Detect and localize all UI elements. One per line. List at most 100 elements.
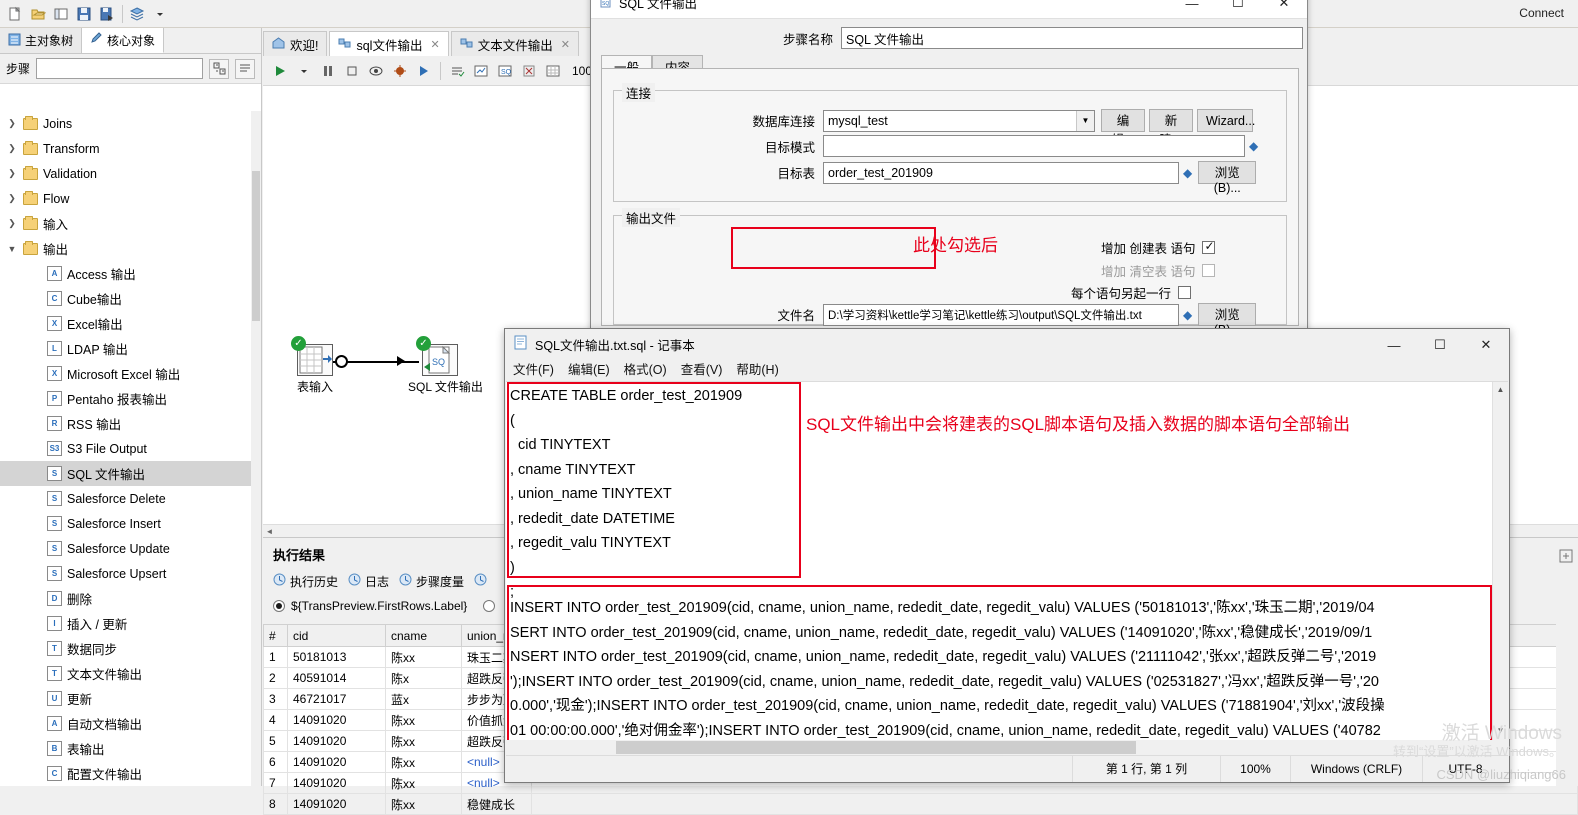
tree-folder[interactable]: ❯ 输入 [0, 211, 252, 236]
sql-icon[interactable]: SQ [494, 60, 516, 82]
add-truncate-table-row[interactable]: 增加 清空表 语句 [1101, 261, 1216, 280]
new-file-icon[interactable] [4, 3, 26, 25]
results-tab[interactable]: 步骤度量 [399, 573, 464, 590]
step-table-input[interactable]: ✓ 表输入 [283, 336, 347, 395]
radio-last-rows[interactable] [483, 600, 496, 612]
tree-folder[interactable]: ❯ Flow [0, 186, 252, 211]
chevron-right-icon[interactable]: ❯ [6, 193, 18, 204]
replay-icon[interactable] [413, 60, 435, 82]
save-as-icon[interactable] [96, 3, 118, 25]
impact-icon[interactable] [470, 60, 492, 82]
run-icon[interactable] [269, 60, 291, 82]
edit-connection-button[interactable]: 编辑... [1101, 109, 1145, 147]
scroll-left-icon[interactable]: ◄ [263, 525, 276, 537]
one-statement-per-line-checkbox[interactable] [1178, 286, 1192, 299]
table-column-header[interactable]: cid [287, 624, 386, 647]
scrollbar-thumb[interactable] [252, 171, 260, 321]
tree-item[interactable]: T 文本文件输出 [0, 661, 252, 686]
one-statement-per-line-row[interactable]: 每个语句另起一行 [1071, 283, 1192, 302]
expand-all-icon[interactable] [209, 58, 229, 79]
scroll-up-icon[interactable]: ▲ [1493, 382, 1508, 398]
filename-input[interactable] [823, 303, 1179, 326]
core-objects-tree[interactable]: ❯ Joins ❯ Transform ❯ Validation ❯ Flow ❯ 输入 ▼ 输出 A A… [0, 111, 252, 786]
tree-folder[interactable]: ❯ Joins [0, 111, 252, 136]
explorer-icon[interactable] [50, 3, 72, 25]
tree-item[interactable]: C Cube输出 [0, 286, 252, 311]
radio-first-rows[interactable] [273, 600, 285, 612]
add-create-table-row[interactable]: 增加 创建表 语句 [1101, 238, 1216, 257]
tree-item[interactable]: S Salesforce Insert [0, 511, 252, 536]
browse-table-button[interactable]: 浏览(B)... [1198, 161, 1257, 195]
verify-icon[interactable] [446, 60, 468, 82]
notepad-menu-item[interactable]: 格式(O) [624, 359, 667, 379]
save-icon[interactable] [73, 3, 95, 25]
step-search-input[interactable] [36, 58, 203, 79]
add-truncate-table-checkbox[interactable] [1202, 264, 1216, 277]
connect-button[interactable]: Connect [1519, 6, 1564, 20]
variable-icon[interactable]: ◆ [1183, 308, 1192, 322]
variable-icon[interactable]: ◆ [1249, 139, 1258, 153]
tree-item[interactable]: C 配置文件输出 [0, 761, 252, 786]
tree-item[interactable]: A 自动文档输出 [0, 711, 252, 736]
notepad-horizontal-scrollbar[interactable] [506, 740, 1508, 755]
tree-item[interactable]: R RSS 输出 [0, 411, 252, 436]
add-create-table-checkbox[interactable] [1202, 239, 1216, 254]
clear-cache-icon[interactable] [518, 60, 540, 82]
stop-icon[interactable] [341, 60, 363, 82]
tree-item[interactable]: L LDAP 输出 [0, 336, 252, 361]
tree-item[interactable]: U 更新 [0, 686, 252, 711]
tree-item[interactable]: S Salesforce Delete [0, 486, 252, 511]
browse-filename-button[interactable]: 浏览(B)... [1198, 303, 1257, 337]
results-tab[interactable]: 执行历史 [273, 573, 338, 590]
target-schema-input[interactable] [823, 135, 1245, 157]
canvas-tab[interactable]: sql文件输出 ✕ [329, 31, 449, 56]
tree-item[interactable]: S SQL 文件输出 [0, 461, 252, 486]
variable-icon[interactable]: ◆ [1183, 166, 1192, 180]
tree-folder[interactable]: ▼ 输出 [0, 236, 252, 261]
minimize-icon[interactable]: — [1169, 0, 1215, 19]
notepad-menubar[interactable]: 文件(F) 编辑(E) 格式(O) 查看(V) 帮助(H) [505, 359, 1509, 379]
chevron-right-icon[interactable]: ❯ [6, 118, 18, 129]
tree-item[interactable]: A Access 输出 [0, 261, 252, 286]
tree-item[interactable]: I 插入 / 更新 [0, 611, 252, 636]
minimize-icon[interactable]: — [1371, 329, 1417, 361]
chevron-down-icon[interactable]: ▼ [6, 244, 18, 254]
grid-icon[interactable] [542, 60, 564, 82]
debug-icon[interactable] [389, 60, 411, 82]
table-row[interactable]: 8 14091020 陈xx 稳健成长 [263, 793, 1578, 815]
canvas-tab[interactable]: 文本文件输出 ✕ [450, 31, 579, 56]
chevron-down-icon[interactable] [149, 3, 171, 25]
results-tab[interactable]: 日志 [348, 573, 389, 590]
tree-item[interactable]: X Excel输出 [0, 311, 252, 336]
open-file-icon[interactable] [27, 3, 49, 25]
chevron-down-icon[interactable] [293, 60, 315, 82]
tree-item[interactable]: P Pentaho 报表输出 [0, 386, 252, 411]
results-tab[interactable] [474, 573, 487, 589]
notepad-menu-item[interactable]: 查看(V) [681, 359, 723, 379]
maximize-icon[interactable]: ☐ [1417, 329, 1463, 361]
scrollbar-thumb[interactable] [616, 741, 1136, 754]
canvas-tab[interactable]: 欢迎! [263, 31, 328, 56]
table-column-header[interactable]: cname [385, 624, 462, 647]
close-icon[interactable]: ✕ [561, 38, 570, 51]
chevron-down-icon[interactable]: ▼ [1076, 110, 1094, 131]
notepad-menu-item[interactable]: 文件(F) [513, 359, 554, 379]
close-icon[interactable]: ✕ [1463, 329, 1509, 361]
tree-folder[interactable]: ❯ Transform [0, 136, 252, 161]
preview-icon[interactable] [365, 60, 387, 82]
tree-item[interactable]: S3 S3 File Output [0, 436, 252, 461]
notepad-menu-item[interactable]: 帮助(H) [736, 359, 778, 379]
step-name-input[interactable] [841, 27, 1303, 49]
expand-panel-icon[interactable] [1556, 539, 1578, 566]
chevron-right-icon[interactable]: ❯ [6, 168, 18, 179]
chevron-right-icon[interactable]: ❯ [6, 218, 18, 229]
tree-item[interactable]: B 表输出 [0, 736, 252, 761]
chevron-right-icon[interactable]: ❯ [6, 143, 18, 154]
db-connection-combo[interactable]: mysql_test ▼ [823, 109, 1095, 132]
sidebar-tab-main-object-tree[interactable]: 主对象树 [0, 28, 83, 53]
tree-item[interactable]: T 数据同步 [0, 636, 252, 661]
tree-item[interactable]: X Microsoft Excel 输出 [0, 361, 252, 386]
notepad-vertical-scrollbar[interactable]: ▲ ▼ [1492, 382, 1508, 755]
target-table-input[interactable] [823, 161, 1179, 184]
wizard-connection-button[interactable]: Wizard... [1197, 109, 1255, 132]
